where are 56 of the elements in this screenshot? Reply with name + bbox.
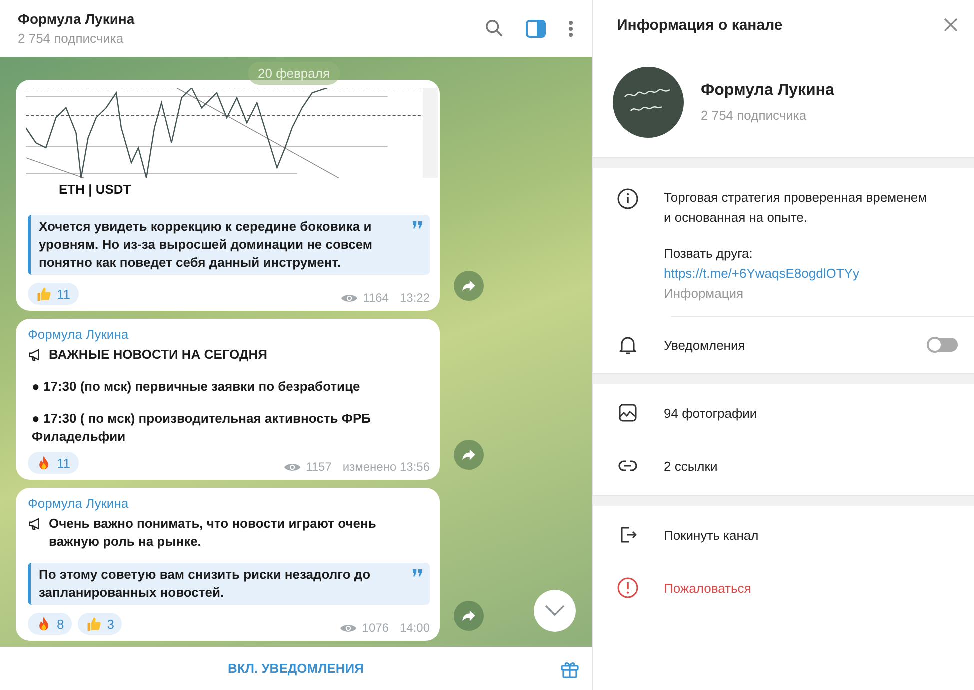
reaction-chip[interactable]: 3 xyxy=(78,613,122,635)
view-count: 1076 xyxy=(362,621,389,635)
picture-icon xyxy=(617,402,639,424)
author-name[interactable]: Формула Лукина xyxy=(28,496,430,511)
action-item[interactable]: Пожаловаться xyxy=(593,569,974,607)
forward-button[interactable] xyxy=(454,271,484,301)
bullet-item: ● 17:30 ( по мск) производительная активность ФРБ Филадельфии xyxy=(31,410,372,446)
invite-label: Позвать друга: xyxy=(664,245,754,263)
sidebar-toggle-icon[interactable] xyxy=(526,20,546,38)
message-time: 14:00 xyxy=(400,621,430,635)
info-icon xyxy=(617,188,639,210)
message-text: Очень важно понимать, что новости играют очень важную роль на рынке. xyxy=(49,515,378,551)
author-name[interactable]: Формула Лукина xyxy=(28,327,430,342)
chat-title: Формула Лукина xyxy=(18,11,135,27)
date-badge: 20 февраля xyxy=(248,62,340,85)
enable-notifications-button[interactable]: ВКЛ. УВЕДОМЛЕНИЯ xyxy=(218,655,374,682)
reaction-chip[interactable]: 8 xyxy=(28,613,72,635)
forward-button[interactable] xyxy=(454,601,484,631)
quote-icon xyxy=(413,221,422,229)
quote-text: Хочется увидеть коррекцию к середине боковика и уровням. Но из-за выросшей доминации не совсем понятно как поведет себя данный инструмент. xyxy=(39,219,373,270)
panel-title: Информация о канале xyxy=(617,16,783,34)
search-icon[interactable] xyxy=(485,19,504,38)
view-count: 1157 xyxy=(306,460,332,474)
reaction-chip[interactable]: 11 xyxy=(28,283,78,305)
chevron-down-icon xyxy=(545,605,565,617)
message-time: 13:22 xyxy=(400,291,430,305)
close-icon[interactable] xyxy=(944,18,958,32)
eye-icon xyxy=(284,462,302,472)
thumbs-up-icon xyxy=(36,286,52,302)
quote-icon xyxy=(413,569,422,577)
media-item[interactable]: 94 фотографии xyxy=(593,394,974,432)
reaction-chip[interactable]: 11 xyxy=(28,452,78,474)
chart-caption: ETH | USDT xyxy=(58,182,132,197)
warning-icon xyxy=(617,577,639,599)
notifications-label: Уведомления xyxy=(664,338,746,352)
forward-button[interactable] xyxy=(454,440,484,470)
subscriber-count: 2 754 подписчика xyxy=(701,108,808,123)
channel-description: Торговая стратегия проверенная временем и основанная на опыте. xyxy=(664,189,928,227)
scroll-down-button[interactable] xyxy=(534,590,576,632)
notifications-toggle[interactable] xyxy=(928,338,958,352)
view-count: 1164 xyxy=(363,291,389,305)
invite-link[interactable]: https://t.me/+6YwaqsE8ogdlOTYy xyxy=(664,264,936,284)
thumbs-up-icon xyxy=(86,616,102,632)
media-item[interactable]: 2 ссылки xyxy=(593,447,974,485)
subscriber-count: 2 754 подписчика xyxy=(18,31,125,46)
bullet-item: ● 17:30 (по мск) первичные заявки по безработице xyxy=(31,378,362,396)
info-caption: Информация xyxy=(664,285,745,303)
more-icon[interactable] xyxy=(568,20,574,38)
channel-name: Формула Лукина xyxy=(701,82,834,100)
action-item[interactable]: Покинуть канал xyxy=(593,516,974,554)
quote-text: По этому советую вам снизить риски незадолго до запланированных новостей. xyxy=(39,567,371,600)
avatar-logo xyxy=(613,67,684,138)
eye-icon xyxy=(340,622,358,634)
message-time: изменено 13:56 xyxy=(342,460,430,474)
message-text: ВАЖНЫЕ НОВОСТИ НА СЕГОДНЯ xyxy=(49,346,268,364)
eye-icon xyxy=(341,292,358,304)
